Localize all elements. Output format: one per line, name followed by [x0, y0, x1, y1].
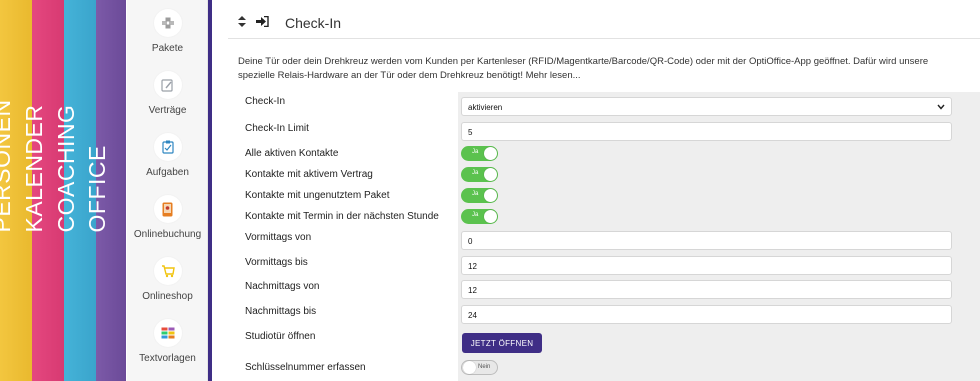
panel-header: Check-In: [238, 14, 341, 32]
vormittags-von-input[interactable]: 0: [461, 231, 952, 250]
checkin-limit-label: Check-In Limit: [245, 123, 309, 134]
alle-kontakte-label: Alle aktiven Kontakte: [245, 148, 339, 159]
tab-kalender-label: KALENDER: [21, 104, 47, 233]
kontakte-vertrag-label: Kontakte mit aktivem Vertrag: [245, 169, 373, 180]
nachmittags-bis-input[interactable]: 24: [461, 305, 952, 324]
kontakte-paket-toggle[interactable]: Ja: [461, 188, 498, 203]
sidebar-label: Onlinebuchung: [133, 229, 202, 240]
schluessel-toggle[interactable]: Nein: [461, 360, 498, 375]
toggle-knob: [484, 189, 497, 202]
checkin-label: Check-In: [245, 96, 286, 107]
tab-office-label: OFFICE: [84, 145, 110, 233]
sort-icon[interactable]: [238, 14, 246, 32]
vormittags-bis-input[interactable]: 12: [461, 256, 952, 275]
mobile-booking-icon: [153, 195, 182, 223]
sidebar-label: Onlineshop: [142, 291, 193, 302]
studiotuer-label: Studiotür öffnen: [245, 331, 316, 342]
toggle-knob: [484, 210, 497, 223]
schluessel-label: Schlüsselnummer erfassen: [245, 362, 366, 373]
tab-coaching-label: COACHING: [53, 104, 79, 233]
kontakte-vertrag-toggle[interactable]: Ja: [461, 167, 498, 182]
checkin-panel: Check-In Deine Tür oder dein Drehkreuz w…: [212, 0, 980, 381]
toggle-text: Ja: [472, 212, 479, 218]
header-divider: [228, 38, 980, 39]
checkin-limit-input[interactable]: 5: [461, 122, 952, 141]
nachmittags-bis-label: Nachmittags bis: [245, 306, 317, 317]
nachmittags-von-label: Nachmittags von: [245, 281, 320, 292]
checkin-select-value: aktivieren: [468, 103, 503, 112]
shopping-cart-icon: [153, 257, 182, 285]
boxes-icon: [153, 9, 182, 37]
sidebar-label: Textvorlagen: [139, 353, 196, 364]
sidebar-item-textvorlagen[interactable]: Textvorlagen: [127, 319, 208, 381]
toggle-text: Nein: [478, 364, 491, 370]
tab-office[interactable]: OFFICE: [84, 0, 126, 381]
toggle-text: Ja: [472, 149, 479, 155]
vormittags-bis-label: Vormittags bis: [245, 257, 308, 268]
toggle-knob: [484, 168, 497, 181]
toggle-text: Ja: [472, 191, 479, 197]
kontakte-paket-label: Kontakte mit ungenutztem Paket: [245, 190, 390, 201]
sidebar-item-vertraege[interactable]: Verträge: [127, 71, 208, 133]
nachmittags-von-input[interactable]: 12: [461, 280, 952, 299]
sign-in-icon: [256, 14, 269, 32]
checkin-select[interactable]: aktivieren: [461, 97, 952, 116]
kontakte-termin-toggle[interactable]: Ja: [461, 209, 498, 224]
toggle-knob: [484, 147, 497, 160]
page-title: Check-In: [285, 15, 342, 31]
sidebar-item-onlineshop[interactable]: Onlineshop: [127, 257, 208, 319]
templates-icon: [153, 319, 182, 347]
chevron-down-icon: [937, 102, 945, 112]
toggle-text: Ja: [472, 170, 479, 176]
vormittags-von-label: Vormittags von: [245, 232, 312, 243]
sidebar-item-onlinebuchung[interactable]: Onlinebuchung: [127, 195, 208, 257]
open-now-button[interactable]: JETZT ÖFFNEN: [462, 333, 542, 353]
kontakte-termin-label: Kontakte mit Termin in der nächsten Stun…: [245, 211, 439, 222]
sidebar-item-pakete[interactable]: Pakete: [127, 9, 208, 71]
tab-personen-label: PERSONEN: [0, 99, 15, 233]
toggle-knob: [463, 361, 476, 374]
alle-kontakte-toggle[interactable]: Ja: [461, 146, 498, 161]
description-text: Deine Tür oder dein Drehkreuz werden vom…: [238, 56, 929, 81]
edit-document-icon: [153, 71, 182, 99]
office-sidebar: Pakete Verträge Aufgaben Onlinebuchung O…: [127, 0, 208, 381]
sidebar-label: Aufgaben: [146, 167, 189, 178]
sidebar-label: Verträge: [148, 105, 187, 116]
sidebar-item-aufgaben[interactable]: Aufgaben: [127, 133, 208, 195]
clipboard-icon: [153, 133, 182, 161]
sidebar-label: Pakete: [151, 43, 184, 54]
